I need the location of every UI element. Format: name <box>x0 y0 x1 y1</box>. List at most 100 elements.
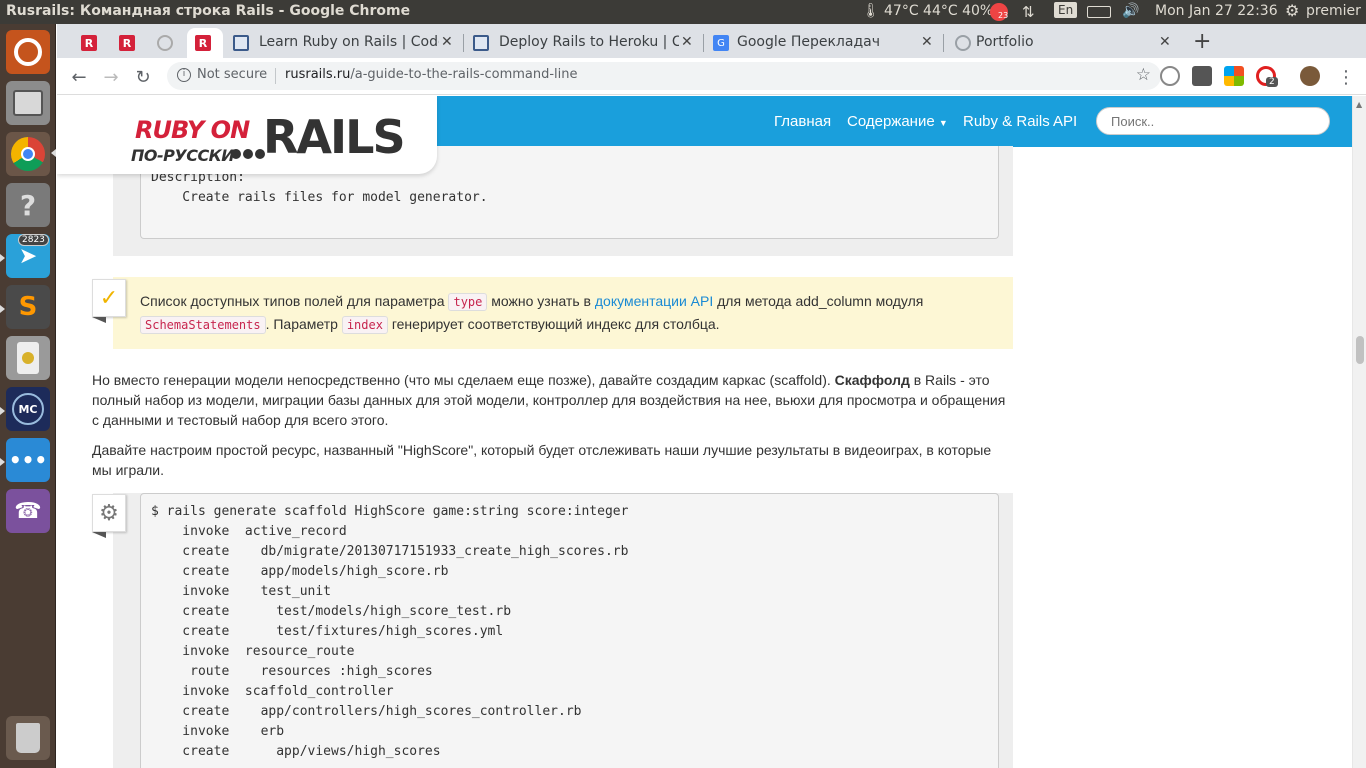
note-text-5: генерирует соответствующий индекс для ст… <box>387 316 720 332</box>
paragraph-highscore: Давайте настроим простой ресурс, названн… <box>92 442 992 478</box>
tab-learn-ruby[interactable]: Learn Ruby on Rails | Code ✕ <box>223 28 463 58</box>
window-title: Rusrails: Командная строка Rails - Googl… <box>6 3 411 19</box>
tab-title: Google Переклaдач <box>737 34 880 50</box>
close-tab-icon[interactable]: ✕ <box>1159 34 1171 50</box>
mc-icon[interactable]: MC <box>6 387 50 431</box>
url-text[interactable]: rusrails.ru/a-guide-to-the-rails-command… <box>285 67 578 82</box>
clock[interactable]: Mon Jan 27 22:36 <box>1155 3 1278 19</box>
logo-dots <box>231 149 265 159</box>
menu-kebab-icon[interactable]: ⋮ <box>1335 66 1357 88</box>
forward-button[interactable]: → <box>100 66 122 88</box>
code-block-scaffold: $ rails generate scaffold HighScore game… <box>140 493 999 768</box>
office-extension-icon[interactable] <box>1224 66 1244 86</box>
close-tab-icon[interactable]: ✕ <box>441 34 453 50</box>
notification-count: 23 <box>998 11 1009 20</box>
paragraph-scaffold: Но вместо генерации модели непосредствен… <box>92 370 1012 430</box>
site-logo[interactable]: RUBY ON ПО-РУССКИ RAILS <box>57 96 437 174</box>
inline-code-index: index <box>341 316 388 334</box>
tab-3[interactable] <box>157 28 179 58</box>
network-icon[interactable]: ⇅ <box>1022 3 1035 21</box>
chrome-icon[interactable] <box>6 132 50 176</box>
close-tab-icon[interactable]: ✕ <box>921 34 933 50</box>
tab-google-translate[interactable]: G Google Переклaдач ✕ <box>703 28 943 58</box>
ubuntu-dash-icon[interactable] <box>6 30 50 74</box>
tab-active[interactable]: R <box>187 28 223 58</box>
back-button[interactable]: ← <box>68 66 90 88</box>
running-indicator <box>0 458 5 466</box>
doc-favicon-icon <box>233 35 249 51</box>
loading-icon <box>157 35 173 51</box>
nav-contents-label: Содержание <box>847 113 935 130</box>
badge-fold <box>92 532 106 538</box>
note-text-4: . Параметр <box>265 316 342 332</box>
tab-strip: R R R Learn Ruby on Rails | Code ✕ Deplo… <box>57 24 1366 58</box>
top-panel: Rusrails: Командная строка Rails - Googl… <box>0 0 1366 24</box>
extension-badge: 2 <box>1266 77 1278 87</box>
tab-portfolio[interactable]: Portfolio ✕ <box>943 28 1183 58</box>
rusrails-favicon-icon: R <box>119 35 135 51</box>
site-info[interactable]: i Not secure <box>177 67 267 82</box>
info-icon: i <box>177 67 191 82</box>
page-scrollbar[interactable]: ▲ <box>1352 96 1366 768</box>
tab-2[interactable]: R <box>119 28 141 58</box>
shield-extension-icon[interactable] <box>1160 66 1180 86</box>
nav-api[interactable]: Ruby & Rails API <box>963 113 1077 130</box>
help-icon[interactable]: ? <box>6 183 50 227</box>
new-tab-button[interactable]: + <box>1193 29 1211 54</box>
active-indicator <box>51 149 56 157</box>
scroll-up-icon[interactable]: ▲ <box>1356 100 1362 109</box>
volume-icon[interactable]: 🔊 <box>1122 3 1139 19</box>
note-text-1: Список доступных типов полей для парамет… <box>140 293 449 309</box>
speaker-icon[interactable] <box>6 336 50 380</box>
url-separator <box>275 68 276 84</box>
omnibox[interactable]: i Not secure rusrails.ru/a-guide-to-the-… <box>167 62 1161 90</box>
trash-icon[interactable] <box>6 716 50 760</box>
temperature-readout[interactable]: 47°C 44°C 40% <box>884 3 993 19</box>
bookmark-star-icon[interactable]: ☆ <box>1136 65 1151 85</box>
paragraph-bold: Скаффолд <box>834 372 910 388</box>
inline-code-schema: SchemaStatements <box>140 316 266 334</box>
search-input[interactable] <box>1096 107 1330 135</box>
scroll-thumb[interactable] <box>1356 336 1364 364</box>
note-checkmark-icon: ✓ <box>92 279 126 317</box>
logo-ruby-on: RUBY ON <box>135 116 250 144</box>
running-indicator <box>0 305 5 313</box>
user-name[interactable]: premier <box>1306 3 1361 19</box>
tab-title: Learn Ruby on Rails | Code <box>259 34 439 50</box>
tab-deploy-heroku[interactable]: Deploy Rails to Heroku | C ✕ <box>463 28 703 58</box>
nav-contents[interactable]: Содержание ▼ <box>847 113 948 130</box>
logo-rails: RAILS <box>263 110 406 164</box>
thermometer-icon[interactable]: 🌡 <box>862 3 880 19</box>
files-icon[interactable] <box>6 81 50 125</box>
telegram-badge: 2823 <box>18 234 49 246</box>
url-host: rusrails.ru <box>285 67 351 82</box>
viber-icon[interactable]: ☎ <box>6 489 50 533</box>
badge-fold <box>92 317 106 323</box>
logo-po-russki: ПО-РУССКИ <box>131 146 235 165</box>
note-text: Список доступных типов полей для парамет… <box>140 290 1000 336</box>
messages-icon[interactable]: ••• <box>6 438 50 482</box>
gear-icon[interactable]: ⚙ <box>1285 1 1299 20</box>
tab-title: Deploy Rails to Heroku | C <box>499 34 679 50</box>
globe-favicon-icon <box>955 35 971 51</box>
running-indicator <box>0 254 5 262</box>
profile-avatar[interactable] <box>1300 66 1320 86</box>
terminal-gear-icon: ⚙ <box>92 494 126 532</box>
rusrails-favicon-icon: R <box>81 35 97 51</box>
close-tab-icon[interactable]: ✕ <box>681 34 693 50</box>
doc-favicon-icon <box>473 35 489 51</box>
api-docs-link[interactable]: документации API <box>595 293 713 309</box>
note-text-2: можно узнать в <box>487 293 595 309</box>
tab-1[interactable]: R <box>81 28 103 58</box>
url-path: /a-guide-to-the-rails-command-line <box>350 67 578 82</box>
bulb-extension-icon[interactable] <box>1192 66 1212 86</box>
sublime-text-icon[interactable]: S <box>6 285 50 329</box>
translate-favicon-icon: G <box>713 35 729 51</box>
keyboard-layout[interactable]: En <box>1054 2 1078 18</box>
nav-home[interactable]: Главная <box>774 113 831 130</box>
launcher: ? ➤ 2823 S MC ••• ☎ <box>0 24 56 768</box>
not-secure-label: Not secure <box>197 67 268 82</box>
running-indicator <box>0 407 5 415</box>
reload-button[interactable]: ↻ <box>132 66 154 88</box>
battery-icon[interactable] <box>1087 6 1111 18</box>
